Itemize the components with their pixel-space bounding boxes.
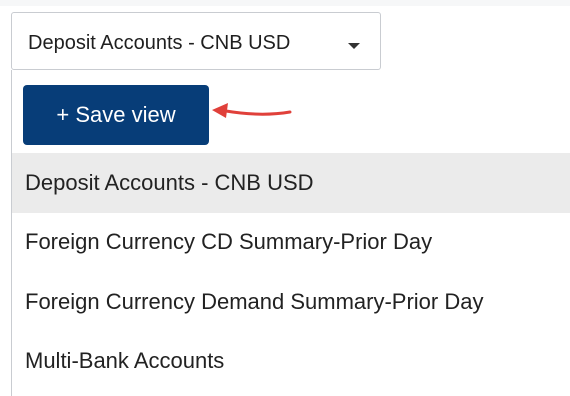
caret-down-icon xyxy=(348,43,360,49)
view-selector-screen: Deposit Accounts - CNB USD + Save view D… xyxy=(0,0,570,396)
option-foreign-currency-cd-summary[interactable]: Foreign Currency CD Summary-Prior Day xyxy=(12,212,570,272)
option-multi-bank-accounts[interactable]: Multi-Bank Accounts xyxy=(12,331,570,391)
page-background-strip xyxy=(0,0,570,6)
option-foreign-currency-demand-summary[interactable]: Foreign Currency Demand Summary-Prior Da… xyxy=(12,272,570,332)
view-select-dropdown[interactable]: Deposit Accounts - CNB USD xyxy=(11,12,381,70)
red-arrow-icon xyxy=(212,103,292,118)
option-deposit-accounts-cnb-usd[interactable]: Deposit Accounts - CNB USD xyxy=(12,153,570,213)
save-view-button[interactable]: + Save view xyxy=(23,85,209,145)
selected-view-label: Deposit Accounts - CNB USD xyxy=(28,32,291,54)
